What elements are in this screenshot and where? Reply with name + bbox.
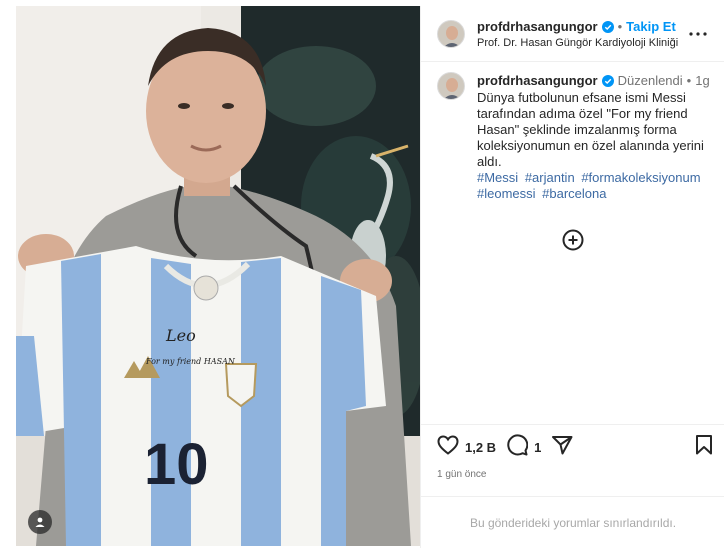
comment-button[interactable] (506, 433, 529, 461)
header-text: profdrhasangungor • Takip Et Prof. Dr. H… (477, 19, 686, 49)
hashtag-link[interactable]: #arjantin (525, 170, 575, 185)
share-button[interactable] (551, 435, 573, 460)
jersey-signature-dedication: For my friend HASAN (145, 357, 236, 366)
hashtag-link[interactable]: #formakoleksiyonum (581, 170, 700, 185)
verified-badge-icon (601, 20, 614, 33)
caption-relative-time[interactable]: 1g (695, 72, 709, 89)
edited-label: Düzenlendi (617, 73, 683, 88)
hashtag-list: #Messi #arjantin #formakoleksiyonum #leo… (477, 170, 717, 202)
bookmark-icon (695, 434, 713, 460)
hashtag-link[interactable]: #Messi (477, 170, 518, 185)
hashtag-link[interactable]: #barcelona (542, 186, 606, 201)
user-tag-button[interactable] (28, 510, 52, 534)
share-icon (551, 435, 573, 460)
comment-icon (506, 433, 529, 461)
post-actions: 1,2 B 1 1 gün önce (421, 424, 724, 480)
caption-text: Dünya futbolunun efsane ismi Messi taraf… (477, 90, 704, 169)
user-tag-icon (34, 516, 46, 528)
username-link[interactable]: profdrhasangungor (477, 19, 598, 35)
caption-body: profdrhasangungor Düzenlendi • 1g Dünya … (477, 72, 717, 202)
more-options-icon[interactable] (686, 22, 710, 46)
jersey (16, 246, 386, 546)
separator-dot: • (617, 18, 623, 34)
post-side-panel: profdrhasangungor • Takip Et Prof. Dr. H… (420, 6, 724, 548)
comment-count[interactable]: 1 (534, 440, 541, 455)
like-button[interactable] (437, 434, 459, 460)
caption-block: profdrhasangungor Düzenlendi • 1g Dünya … (437, 72, 717, 202)
post-dialog: Leo For my friend HASAN 10 profdrhasangu… (16, 6, 724, 548)
plus-circle-icon[interactable] (561, 228, 585, 252)
caption-avatar[interactable] (437, 72, 465, 100)
caption-username[interactable]: profdrhasangungor (477, 72, 598, 89)
post-date[interactable]: 1 gün önce (437, 469, 713, 480)
jersey-number: 10 (144, 432, 209, 497)
avatar[interactable] (437, 19, 465, 48)
jersey-signature-name: Leo (165, 326, 196, 345)
post-photo[interactable]: Leo For my friend HASAN 10 (16, 6, 420, 546)
like-count[interactable]: 1,2 B (465, 440, 496, 455)
hashtag-link[interactable]: #leomessi (477, 186, 536, 201)
location-subtitle[interactable]: Prof. Dr. Hasan Güngör Kardiyoloji Klini… (477, 37, 686, 49)
heart-icon (437, 434, 459, 460)
caption-time-dot: • (686, 73, 692, 88)
post-header: profdrhasangungor • Takip Et Prof. Dr. H… (421, 6, 724, 62)
caption-head: profdrhasangungor Düzenlendi • 1g (477, 72, 717, 89)
follow-button[interactable]: Takip Et (626, 19, 676, 35)
verified-badge-icon (601, 74, 614, 87)
photo-illustration: Leo For my friend HASAN 10 (16, 6, 420, 546)
comments-limited-notice: Bu gönderideki yorumlar sınırlandırıldı. (421, 496, 724, 548)
save-button[interactable] (695, 434, 713, 460)
